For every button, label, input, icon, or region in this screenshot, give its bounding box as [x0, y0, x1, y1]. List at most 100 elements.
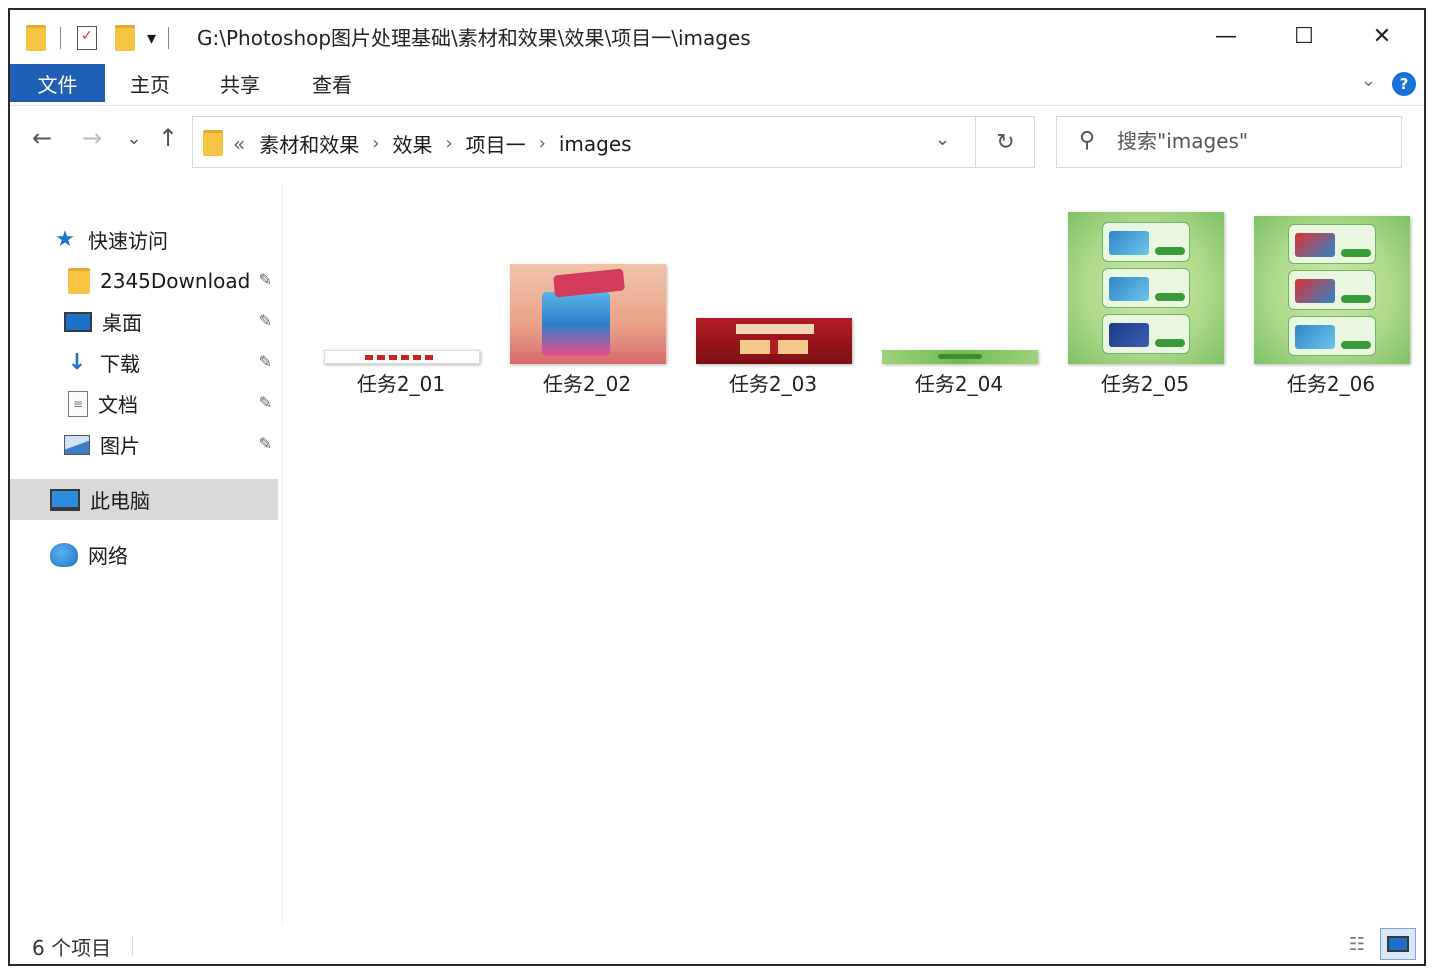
thumbnail-card — [1102, 268, 1190, 308]
pictures-icon — [64, 434, 90, 455]
forward-button[interactable]: → — [76, 124, 108, 152]
thumbnail-card — [1288, 224, 1376, 264]
sidebar-item-quick-access[interactable]: ★ 快速访问 — [10, 219, 278, 260]
file-name: 任务2_03 — [728, 372, 818, 396]
search-icon: ⚲ — [1079, 128, 1096, 153]
toolbar-separator — [168, 27, 170, 49]
breadcrumb-item[interactable]: 效果 — [392, 129, 432, 158]
breadcrumb: « 素材和效果 › 效果 › 项目一 › images — [233, 129, 632, 158]
breadcrumb-separator[interactable]: › — [445, 133, 452, 154]
file-name: 任务2_02 — [542, 372, 632, 396]
sidebar-item-label: 此电脑 — [90, 489, 150, 513]
sidebar-item-network[interactable]: 网络 — [10, 534, 278, 575]
breadcrumb-separator[interactable]: › — [539, 133, 546, 154]
file-name: 任务2_06 — [1286, 372, 1376, 396]
breadcrumb-overflow[interactable]: « — [233, 132, 245, 156]
file-item[interactable]: 任务2_02 — [502, 200, 672, 400]
large-icons-view-icon[interactable] — [1380, 928, 1416, 960]
image-thumbnail — [882, 350, 1038, 364]
file-item[interactable]: 任务2_06 — [1246, 200, 1416, 400]
document-icon: ≡ — [68, 390, 88, 417]
new-folder-icon[interactable] — [115, 25, 135, 51]
sidebar-item-pictures[interactable]: 图片 ✎ — [10, 424, 278, 465]
minimize-button[interactable]: — — [1202, 18, 1250, 54]
thumbnail-card — [1102, 222, 1190, 262]
pin-icon[interactable]: ✎ — [259, 311, 272, 330]
details-view-icon[interactable]: ☷ — [1342, 930, 1372, 958]
expand-ribbon-chevron-icon[interactable]: ⌄ — [1361, 70, 1376, 91]
folder-icon — [26, 25, 46, 51]
thumbnail-card — [1102, 314, 1190, 354]
file-name: 任务2_01 — [356, 372, 446, 396]
sidebar-item-label: 网络 — [88, 544, 128, 568]
sidebar-item-label: 下载 — [100, 352, 140, 376]
breadcrumb-item[interactable]: images — [559, 132, 632, 156]
properties-icon[interactable] — [77, 26, 97, 50]
pin-icon[interactable]: ✎ — [259, 393, 272, 412]
sidebar-item-label: 文档 — [98, 393, 138, 417]
tab-file[interactable]: 文件 — [10, 64, 105, 102]
refresh-button[interactable]: ↻ — [975, 117, 1035, 167]
quick-access-toolbar: ▾ — [26, 23, 170, 53]
pin-icon[interactable]: ✎ — [259, 434, 272, 453]
help-icon[interactable]: ? — [1392, 72, 1416, 96]
computer-icon — [50, 488, 80, 511]
sidebar-item-desktop[interactable]: 桌面 ✎ — [10, 301, 278, 342]
sidebar-item-label: 快速访问 — [88, 229, 168, 253]
pane-divider[interactable] — [282, 185, 283, 925]
image-thumbnail — [1254, 216, 1410, 364]
breadcrumb-item[interactable]: 素材和效果 — [259, 129, 359, 158]
sidebar-item-documents[interactable]: ≡ 文档 ✎ — [10, 383, 278, 424]
sidebar-item-label: 桌面 — [102, 311, 142, 335]
image-thumbnail — [1068, 212, 1224, 364]
sidebar-item-label: 2345Download — [100, 268, 251, 293]
file-item[interactable]: 任务2_03 — [688, 200, 858, 400]
file-name: 任务2_05 — [1100, 372, 1190, 396]
close-button[interactable]: ✕ — [1358, 18, 1406, 54]
tab-share[interactable]: 共享 — [210, 64, 270, 102]
file-item[interactable]: 任务2_04 — [874, 200, 1044, 400]
sidebar-item-label: 图片 — [100, 434, 140, 458]
sidebar-item-2345download[interactable]: 2345Download ✎ — [10, 260, 278, 301]
back-button[interactable]: ← — [26, 124, 58, 152]
download-icon: ↓ — [67, 350, 87, 375]
star-icon: ★ — [55, 227, 75, 252]
image-thumbnail — [324, 350, 480, 364]
maximize-button[interactable]: ☐ — [1280, 18, 1328, 54]
sidebar-item-downloads[interactable]: ↓ 下载 ✎ — [10, 342, 278, 383]
desktop-icon — [64, 311, 92, 332]
item-count: 6 个项目 — [32, 936, 112, 960]
window-title: G:\Photoshop图片处理基础\素材和效果\效果\项目一\images — [197, 26, 751, 50]
file-list: 任务2_01 任务2_02 任务2_03 任务2_04 任务2_05 任务2_0… — [300, 200, 1410, 420]
status-separator — [132, 936, 133, 956]
recent-locations-dropdown[interactable]: ⌄ — [118, 128, 150, 149]
up-button[interactable]: ↑ — [152, 124, 184, 152]
sidebar-item-this-pc[interactable]: 此电脑 — [10, 479, 278, 520]
tab-view[interactable]: 查看 — [302, 64, 362, 102]
file-item[interactable]: 任务2_05 — [1060, 200, 1230, 400]
folder-icon — [203, 130, 223, 156]
navigation-pane: ★ 快速访问 2345Download ✎ 桌面 ✎ ↓ 下载 ✎ ≡ 文档 ✎… — [10, 185, 282, 930]
network-icon — [50, 542, 78, 567]
image-thumbnail — [696, 318, 852, 364]
search-box[interactable]: ⚲ — [1056, 116, 1402, 168]
file-item[interactable]: 任务2_01 — [316, 200, 486, 400]
address-dropdown-icon[interactable]: ⌄ — [935, 129, 950, 150]
pin-icon[interactable]: ✎ — [259, 270, 272, 289]
breadcrumb-separator[interactable]: › — [372, 133, 379, 154]
search-input[interactable] — [1117, 129, 1387, 153]
customize-toolbar-dropdown[interactable]: ▾ — [147, 28, 156, 49]
thumbnail-card — [1288, 316, 1376, 356]
address-bar[interactable]: « 素材和效果 › 效果 › 项目一 › images ⌄ ↻ — [192, 116, 1035, 168]
image-thumbnail — [510, 264, 666, 364]
file-explorer-window: ▾ G:\Photoshop图片处理基础\素材和效果\效果\项目一\images… — [8, 8, 1426, 966]
thumbnail-card — [1288, 270, 1376, 310]
breadcrumb-item[interactable]: 项目一 — [466, 129, 526, 158]
navigation-bar: ← → ⌄ ↑ « 素材和效果 › 效果 › 项目一 › images ⌄ ↻ … — [10, 106, 1424, 180]
ribbon-tabs: 文件 主页 共享 查看 ⌄ ? — [10, 64, 1424, 106]
toolbar-separator — [60, 27, 61, 49]
pin-icon[interactable]: ✎ — [259, 352, 272, 371]
title-bar: ▾ G:\Photoshop图片处理基础\素材和效果\效果\项目一\images… — [10, 10, 1424, 64]
tab-home[interactable]: 主页 — [120, 64, 180, 102]
file-name: 任务2_04 — [914, 372, 1004, 396]
